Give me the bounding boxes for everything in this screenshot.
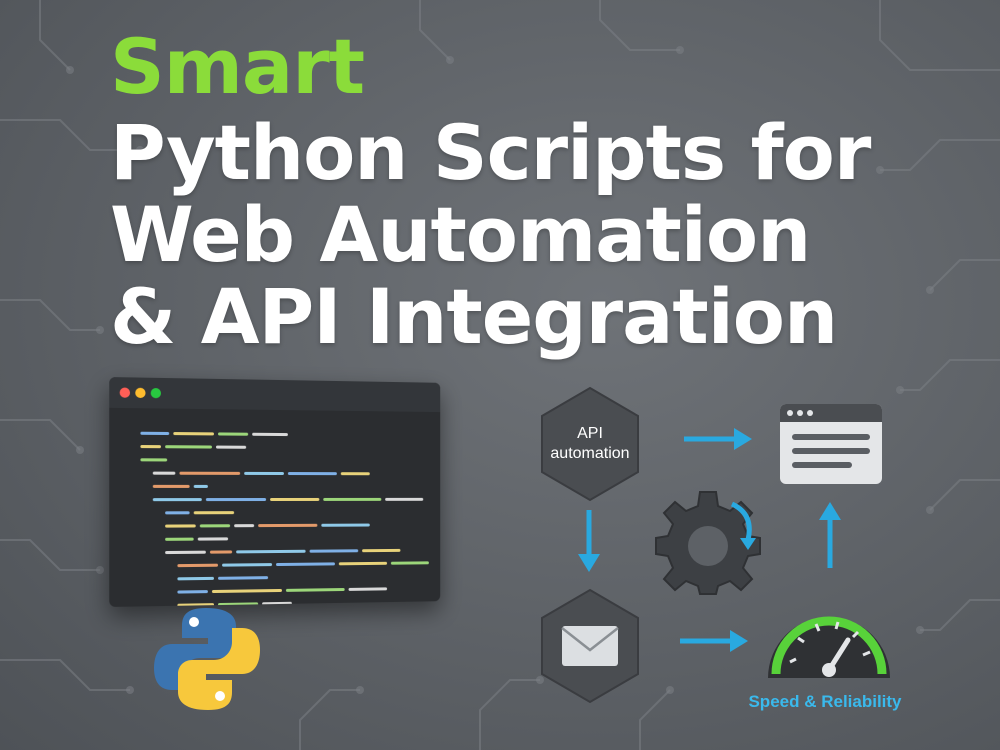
headline: Smart Python Scripts for Web Automation … [110, 22, 990, 358]
code-token [177, 563, 219, 568]
code-token [193, 484, 208, 488]
code-line [140, 527, 432, 541]
api-automation-node: API automation [540, 386, 640, 502]
arrow-up-right [819, 502, 841, 568]
code-token [340, 472, 370, 476]
code-token [338, 561, 388, 566]
speed-reliability-label: Speed & Reliability [748, 692, 902, 711]
code-token [179, 471, 241, 475]
browser-window-icon [780, 404, 882, 484]
code-token [165, 550, 206, 555]
maximize-dot-icon [150, 387, 162, 399]
code-token [309, 549, 359, 553]
code-token [215, 445, 247, 449]
code-token [152, 498, 202, 502]
code-token [287, 472, 337, 476]
code-token [321, 523, 370, 527]
api-node-label-line1: API [577, 425, 603, 442]
code-line [140, 514, 432, 528]
email-node [540, 588, 640, 704]
code-token [234, 524, 255, 528]
code-token [385, 497, 424, 501]
gear-icon [655, 491, 761, 595]
code-lines [140, 423, 432, 607]
code-line [140, 436, 432, 449]
code-token [197, 537, 229, 541]
envelope-icon [541, 588, 639, 704]
code-line [140, 540, 432, 555]
code-token [205, 498, 267, 502]
code-token [173, 432, 214, 436]
code-token [209, 550, 233, 554]
code-token [252, 432, 288, 437]
headline-line-1: Python Scripts for [110, 108, 871, 197]
code-line [140, 489, 432, 502]
code-token [152, 471, 176, 475]
code-token [165, 537, 194, 541]
code-token [270, 497, 320, 502]
code-token [222, 563, 273, 567]
headline-line-2: Web Automation [110, 190, 811, 279]
code-token [390, 561, 429, 565]
api-node-label-line2: automation [550, 445, 630, 462]
speedometer-icon [768, 616, 890, 678]
code-line [140, 462, 432, 476]
code-line [140, 423, 432, 437]
code-line [140, 502, 432, 515]
arrow-right-top [684, 428, 752, 450]
close-dot-icon [119, 387, 131, 398]
code-token [165, 511, 190, 515]
code-line [140, 553, 432, 568]
code-line [140, 476, 432, 488]
code-line [140, 449, 432, 462]
code-token [323, 497, 382, 501]
headline-line-3: & API Integration [110, 272, 838, 361]
arrow-right-bottom [680, 630, 748, 652]
code-token [152, 484, 190, 488]
code-token [199, 524, 231, 528]
code-token [244, 471, 284, 476]
code-token [218, 432, 249, 436]
arrow-down-left [578, 510, 600, 572]
code-token [165, 524, 196, 528]
code-token [140, 458, 168, 462]
minimize-dot-icon [135, 387, 146, 399]
code-token [140, 445, 162, 449]
code-token [177, 590, 208, 594]
headline-accent: Smart [110, 22, 365, 111]
code-token [193, 511, 235, 515]
python-logo [154, 608, 260, 710]
code-editor-window [109, 377, 441, 607]
code-token [140, 431, 170, 436]
code-token [177, 576, 214, 581]
code-token [362, 548, 401, 553]
code-token [258, 523, 318, 528]
code-token [165, 445, 212, 449]
window-titlebar [109, 377, 441, 413]
